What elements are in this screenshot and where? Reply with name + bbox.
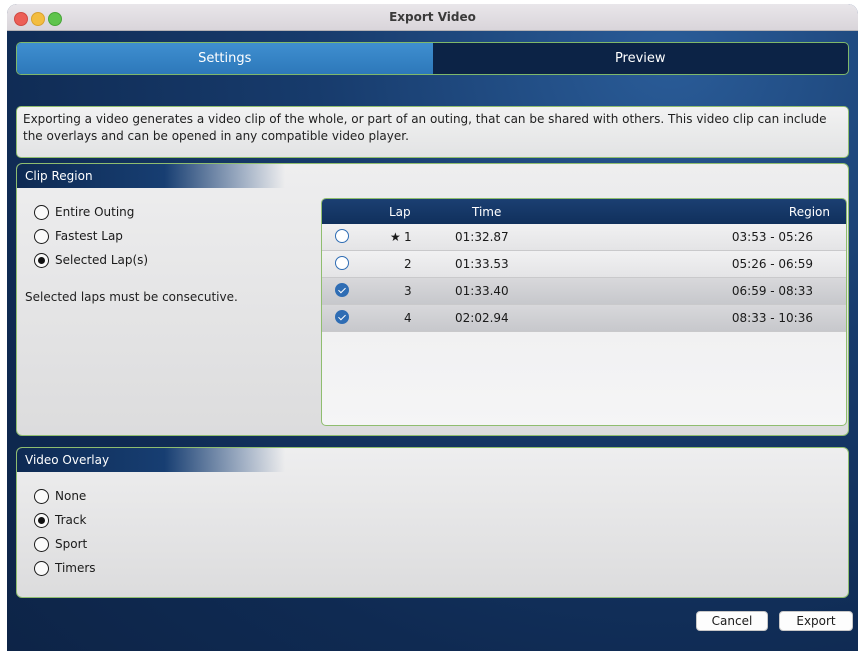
radio-overlay-timers[interactable]: Timers <box>34 558 96 578</box>
clip-region-panel: Clip Region Entire Outing Fastest Lap Se… <box>16 163 849 436</box>
lap-region: 08:33 - 10:36 <box>731 311 813 325</box>
tab-preview[interactable]: Preview <box>433 43 849 74</box>
lap-checkbox-icon[interactable] <box>335 256 349 270</box>
video-overlay-header: Video Overlay <box>17 448 285 472</box>
radio-button-icon[interactable] <box>34 536 49 552</box>
radio-label: Sport <box>55 537 88 551</box>
laps-table-header: Lap Time Region <box>322 199 846 224</box>
table-row[interactable]: 4 02:02.94 08:33 - 10:36 <box>322 305 846 332</box>
clip-region-header: Clip Region <box>17 164 285 188</box>
lap-region: 05:26 - 06:59 <box>731 257 813 271</box>
tab-settings[interactable]: Settings <box>17 43 433 74</box>
export-video-window: Export Video Settings Preview Exporting … <box>7 4 858 651</box>
radio-label: Timers <box>55 561 96 575</box>
table-row[interactable]: 3 01:33.40 06:59 - 08:33 <box>322 278 846 305</box>
radio-label: Selected Lap(s) <box>55 253 149 267</box>
laps-table: Lap Time Region ★ 1 01:32.87 03:53 - 05:… <box>321 198 847 426</box>
export-description: Exporting a video generates a video clip… <box>16 106 849 158</box>
radio-selected-laps[interactable]: Selected Lap(s) <box>34 250 148 270</box>
column-header-time[interactable]: Time <box>472 205 501 219</box>
column-header-lap[interactable]: Lap <box>389 205 411 219</box>
radio-button-icon[interactable] <box>34 228 49 244</box>
radio-button-icon[interactable] <box>34 488 49 504</box>
window-title: Export Video <box>389 10 476 24</box>
radio-button-icon[interactable] <box>34 204 49 220</box>
radio-label: Track <box>55 513 87 527</box>
lap-number: 1 <box>404 230 412 244</box>
lap-checkbox-icon[interactable] <box>335 229 349 243</box>
lap-checkbox-checked-icon[interactable] <box>335 283 349 297</box>
video-overlay-panel: Video Overlay None Track Sport Timers <box>16 447 849 598</box>
consecutive-laps-note: Selected laps must be consecutive. <box>25 290 238 304</box>
tab-bar: Settings Preview <box>16 42 849 75</box>
cancel-button[interactable]: Cancel <box>696 611 768 631</box>
radio-label: Entire Outing <box>55 205 135 219</box>
radio-button-selected-icon[interactable] <box>34 252 49 268</box>
lap-region: 06:59 - 08:33 <box>731 284 813 298</box>
lap-time: 01:33.53 <box>455 257 509 271</box>
radio-button-selected-icon[interactable] <box>34 512 49 528</box>
radio-button-icon[interactable] <box>34 560 49 576</box>
lap-region: 03:53 - 05:26 <box>731 230 813 244</box>
radio-label: Fastest Lap <box>55 229 123 243</box>
lap-number: 2 <box>404 257 412 271</box>
radio-overlay-sport[interactable]: Sport <box>34 534 87 554</box>
lap-time: 01:32.87 <box>455 230 509 244</box>
radio-fastest-lap[interactable]: Fastest Lap <box>34 226 123 246</box>
fastest-lap-star-icon: ★ <box>390 230 401 244</box>
export-button[interactable]: Export <box>779 611 853 631</box>
lap-checkbox-checked-icon[interactable] <box>335 310 349 324</box>
radio-overlay-none[interactable]: None <box>34 486 86 506</box>
title-bar: Export Video <box>7 4 858 31</box>
lap-time: 02:02.94 <box>455 311 509 325</box>
radio-label: None <box>55 489 87 503</box>
table-row[interactable]: 2 01:33.53 05:26 - 06:59 <box>322 251 846 278</box>
radio-entire-outing[interactable]: Entire Outing <box>34 202 134 222</box>
lap-time: 01:33.40 <box>455 284 509 298</box>
lap-number: 4 <box>404 311 412 325</box>
table-row[interactable]: ★ 1 01:32.87 03:53 - 05:26 <box>322 224 846 251</box>
lap-number: 3 <box>404 284 412 298</box>
radio-overlay-track[interactable]: Track <box>34 510 86 530</box>
column-header-region[interactable]: Region <box>789 205 830 219</box>
